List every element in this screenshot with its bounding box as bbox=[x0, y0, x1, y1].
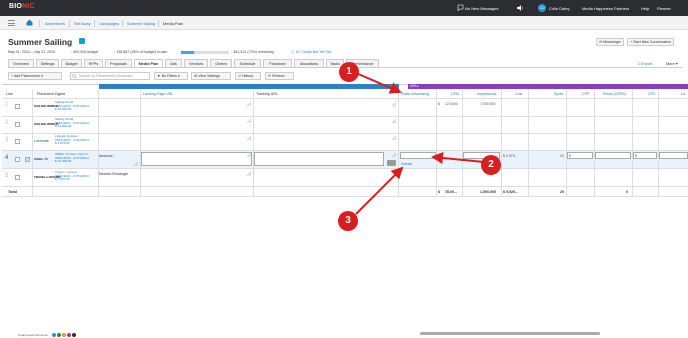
callout-2: 2 bbox=[481, 155, 501, 175]
callout-1: 1 bbox=[339, 62, 359, 82]
legend-dot bbox=[57, 333, 61, 337]
horizontal-scrollbar[interactable] bbox=[420, 332, 600, 335]
arrow-3 bbox=[355, 166, 404, 215]
annotation-arrows bbox=[355, 72, 485, 215]
legend-dot bbox=[52, 333, 56, 337]
legend-dot bbox=[67, 333, 71, 337]
unapproved-legend-label: Unapproved line items bbox=[18, 333, 48, 337]
callout-3: 3 bbox=[338, 211, 358, 231]
legend-dot bbox=[62, 333, 66, 337]
arrow-1 bbox=[355, 72, 402, 94]
arrow-2 bbox=[431, 152, 485, 164]
legend-dot bbox=[72, 333, 76, 337]
